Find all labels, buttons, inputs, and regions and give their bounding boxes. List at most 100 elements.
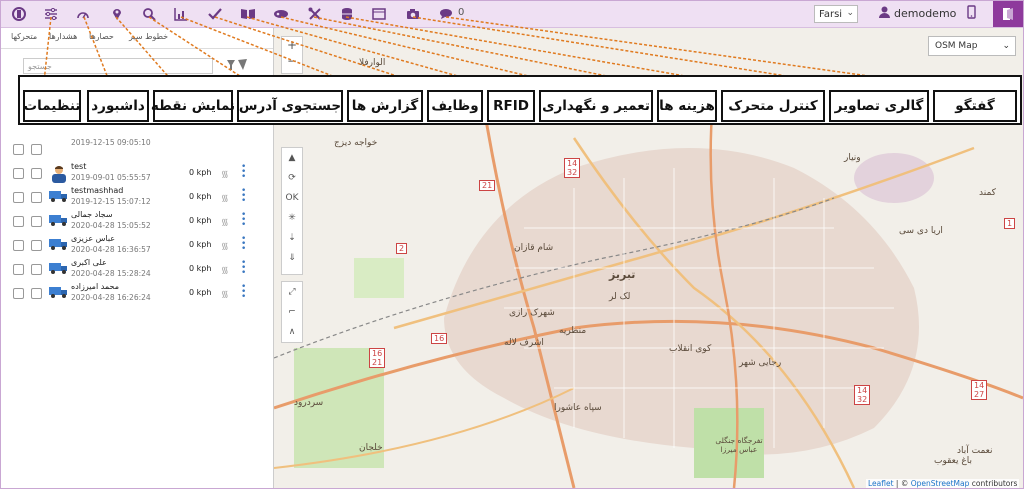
osm-link[interactable]: OpenStreetMap (911, 479, 970, 488)
list-item[interactable]: علی اکبری 2020-04-28 15:28:24 0 kph ᯾ • •… (1, 258, 261, 282)
vehicle-speed: 0 kph (189, 168, 212, 177)
select-checkbox[interactable] (31, 240, 42, 251)
select-checkbox[interactable] (13, 216, 24, 227)
callout-costs: هزینه ها (657, 90, 717, 122)
truck-icon (49, 261, 69, 275)
select-checkbox[interactable] (31, 264, 42, 275)
callout-point-display: نمایش نقطه (151, 90, 235, 122)
measure-icon[interactable]: ⌐ (282, 302, 302, 322)
angle-icon[interactable]: ∧ (282, 322, 302, 342)
signal-icon: ᯾ (221, 290, 229, 300)
vehicle-speed: 0 kph (189, 192, 212, 201)
list-item[interactable]: 2019-12-15 09:05:10 (1, 138, 261, 162)
select-checkbox[interactable] (31, 144, 42, 155)
vehicle-last-update: 2020-04-28 15:28:24 (71, 269, 151, 278)
person-icon (49, 165, 69, 183)
road-shield: 1 (1004, 218, 1016, 229)
road-shield: 14 27 (971, 380, 988, 400)
map-label-nemat: نعمت آباد (957, 446, 993, 456)
vehicle-name: عباس عزیزی (71, 234, 116, 243)
list-item[interactable]: عباس عزیزی 2020-04-28 16:36:57 0 kph ᯾ •… (1, 234, 261, 258)
list-item[interactable]: محمد امیرزاده 2020-04-28 16:26:24 0 kph … (1, 282, 261, 306)
select-checkbox[interactable] (13, 168, 24, 179)
map-attribution: Leaflet | © OpenStreetMap contributors (866, 479, 1020, 488)
callout-maintenance: تعمیر و نگهداری (539, 90, 653, 122)
more-options-icon[interactable]: • • • (241, 211, 246, 230)
signal-icon: ᯾ (221, 170, 229, 180)
more-options-icon[interactable]: • • • (241, 259, 246, 278)
list-item[interactable]: سجاد جمالی 2020-04-28 15:05:52 0 kph ᯾ •… (1, 210, 261, 234)
map-label-valiabad: ونیار (844, 153, 861, 163)
layers-icon[interactable]: ⇓ (282, 248, 302, 268)
map-label-sardrood: سردرود (294, 398, 324, 408)
download-icon[interactable]: ⇣ (282, 228, 302, 248)
signal-icon: ᯾ (221, 218, 229, 228)
select-checkbox[interactable] (13, 264, 24, 275)
select-checkbox[interactable] (13, 144, 24, 155)
signal-icon: ᯾ (221, 242, 229, 252)
callout-vehicle-control: کنترل متحرک (721, 90, 825, 122)
callout-rfid: RFID (487, 90, 535, 122)
road-shield: 14 32 (854, 385, 871, 405)
vehicle-speed: 0 kph (189, 240, 212, 249)
vehicle-name: علی اکبری (71, 258, 107, 267)
more-options-icon[interactable]: • • • (241, 163, 246, 182)
map-tools-2: ⤢ ⌐ ∧ (281, 281, 303, 343)
truck-icon (49, 213, 69, 227)
map-label-lakle: لک لر (609, 292, 631, 302)
app-window: 0 Farsi ⌄ demodemo متحرکها هشدارها حصاره… (0, 0, 1024, 489)
select-checkbox[interactable] (13, 288, 24, 299)
vehicle-speed: 0 kph (189, 216, 212, 225)
callout-address-search: جستجوی آدرس (237, 90, 343, 122)
vehicle-last-update: 2019-12-15 09:05:10 (71, 138, 151, 147)
map-tools: ▲ ⟳ OK ✳ ⇣ ⇓ (281, 147, 303, 275)
select-checkbox[interactable] (31, 192, 42, 203)
map-label-arya: اریا دی سی (899, 226, 943, 236)
map-label-shamghazan: شام قازان (514, 243, 554, 253)
more-options-icon[interactable]: • • • (241, 187, 246, 206)
list-item[interactable]: testmashhad 2019-12-15 15:07:12 0 kph ᯾ … (1, 186, 261, 210)
callout-dashboard: داشبورد (87, 90, 149, 122)
callout-reports: گزارش ها (347, 90, 423, 122)
fullscreen-icon[interactable]: ⤢ (282, 282, 302, 302)
map-label-tabriz: تبریز (609, 268, 636, 281)
list-item[interactable]: test 2019-09-01 05:55:57 0 kph ᯾ • • • (1, 162, 261, 186)
road-shield: 16 (431, 333, 448, 344)
map-label-monjazzeh: منظریه (559, 326, 587, 336)
attribution-suffix: contributors (971, 479, 1018, 488)
select-checkbox[interactable] (31, 288, 42, 299)
truck-icon (49, 285, 69, 299)
truck-icon (49, 237, 69, 251)
vehicle-last-update: 2019-12-15 15:07:12 (71, 197, 151, 206)
vehicle-speed: 0 kph (189, 264, 212, 273)
map-label-baghmisheh: باغ یعقوب (934, 456, 972, 466)
map-label-khajeh: خواجه دیزج (334, 138, 378, 148)
sun-icon[interactable]: ✳ (282, 208, 302, 228)
vehicle-last-update: 2020-04-28 16:36:57 (71, 245, 151, 254)
signal-icon: ᯾ (221, 266, 229, 276)
road-icon[interactable]: ▲ (282, 148, 302, 168)
leaflet-link[interactable]: Leaflet (868, 479, 894, 488)
callout-gallery: گالری تصاویر (829, 90, 929, 122)
refresh-icon[interactable]: ⟳ (282, 168, 302, 188)
more-options-icon[interactable]: • • • (241, 235, 246, 254)
truck-icon (49, 189, 69, 203)
road-shield: 2 (396, 243, 408, 254)
map-label-jangal: تفرجگاه جنگلی عباس میرزا (715, 436, 763, 454)
map-label-sepah: سپاه عاشورا (554, 403, 602, 413)
vehicle-name: testmashhad (71, 186, 124, 195)
road-shield: 16 21 (369, 348, 386, 368)
road-shield: 21 (479, 180, 496, 191)
map-label-shahrak-razi: شهرک رازی (509, 308, 555, 318)
map-label-rajaei-shahr: رجایی شهر (739, 358, 782, 368)
ok-icon[interactable]: OK (282, 188, 302, 208)
select-checkbox[interactable] (13, 240, 24, 251)
select-checkbox[interactable] (31, 168, 42, 179)
select-checkbox[interactable] (31, 216, 42, 227)
callout-tasks: وظایف (427, 90, 483, 122)
vehicle-last-update: 2020-04-28 16:26:24 (71, 293, 151, 302)
select-checkbox[interactable] (13, 192, 24, 203)
more-options-icon[interactable]: • • • (241, 283, 246, 302)
road-shield: 14 32 (564, 158, 581, 178)
vehicle-speed: 0 kph (189, 288, 212, 297)
